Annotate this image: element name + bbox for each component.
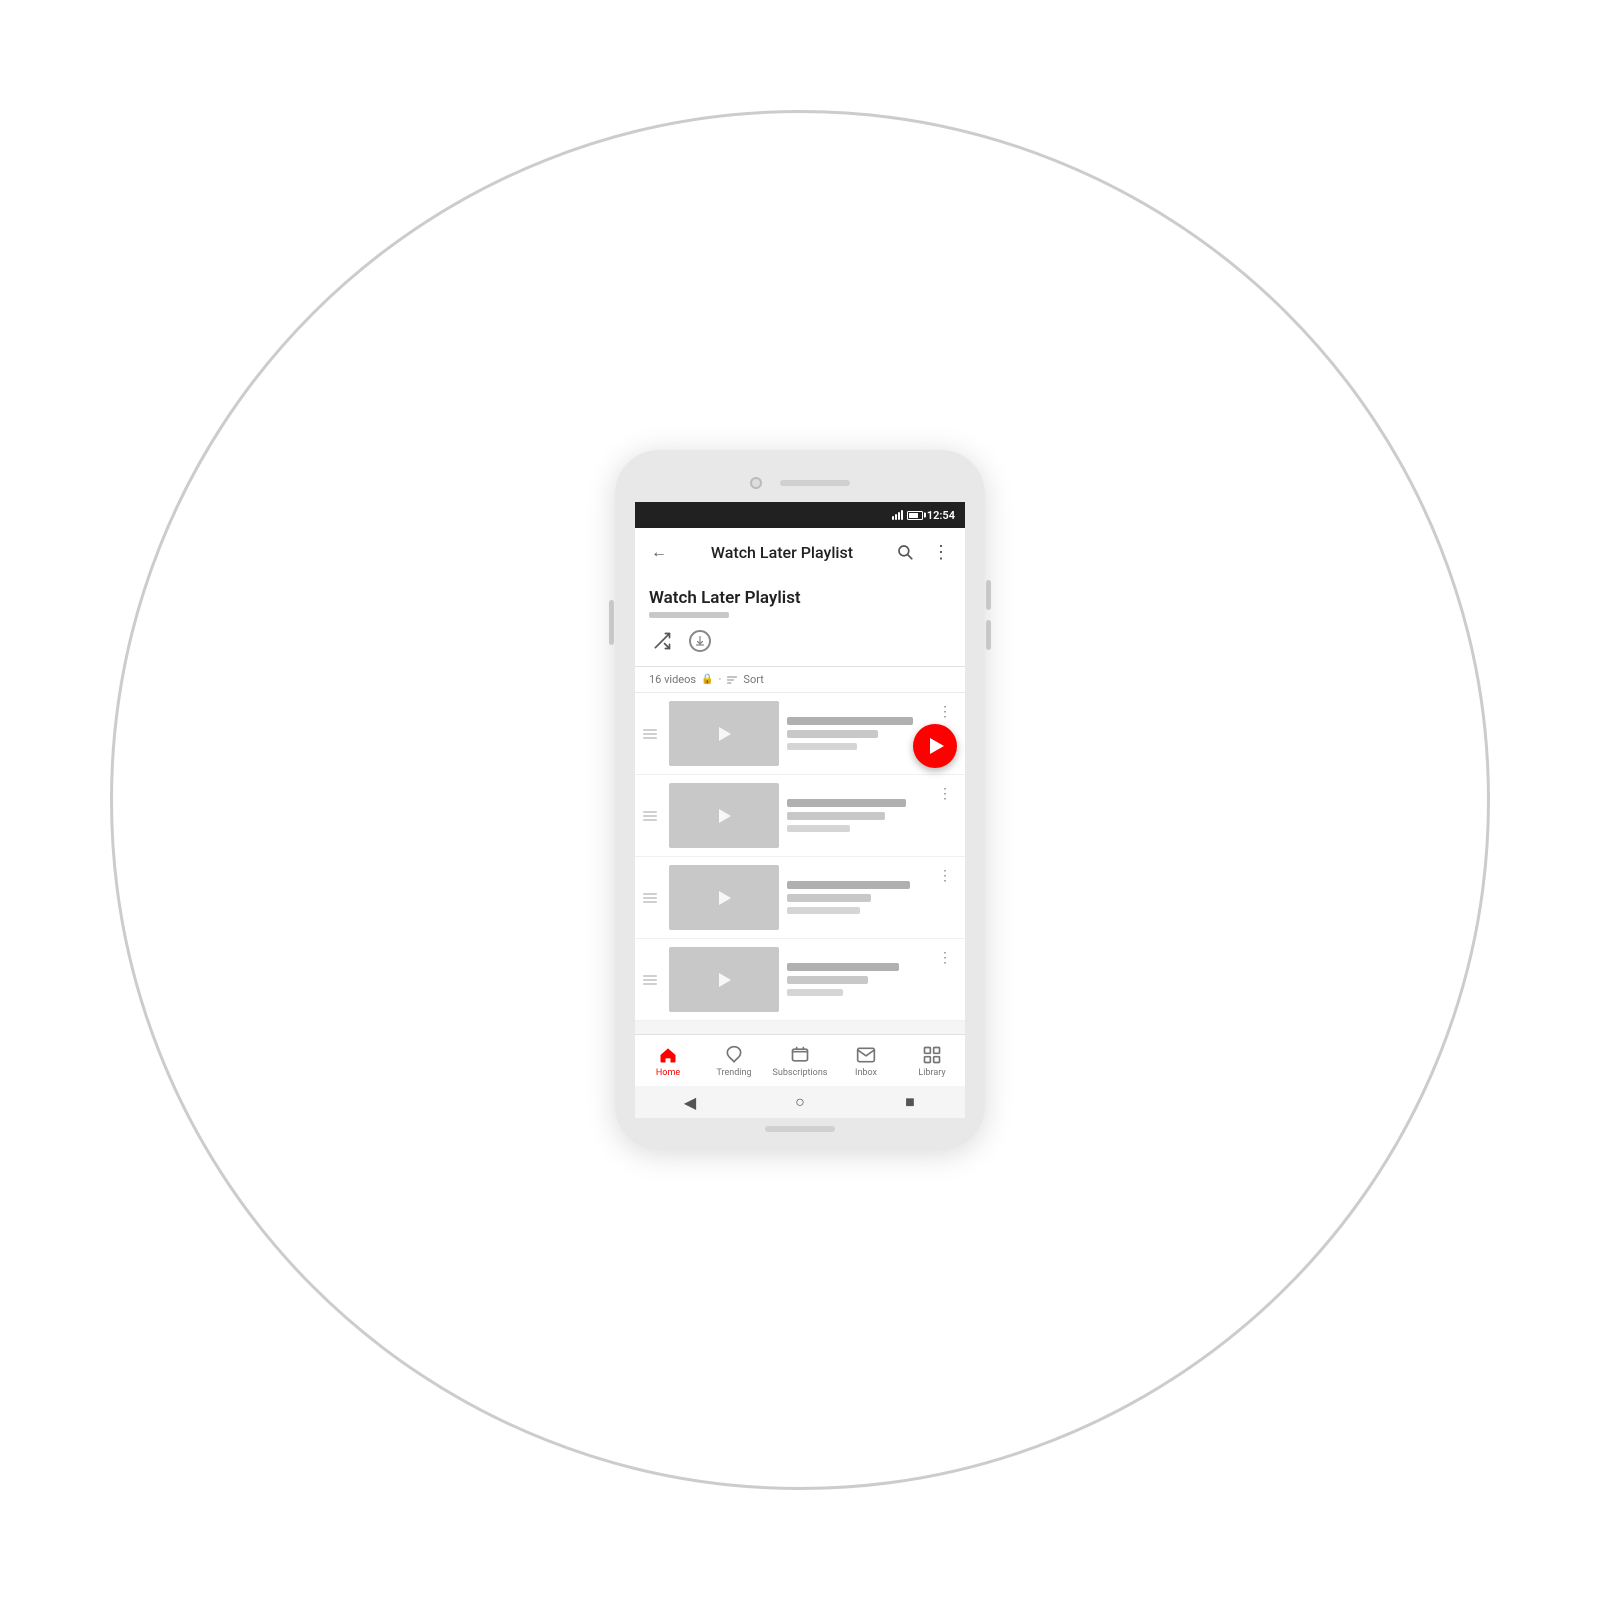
nav-library-label: Library xyxy=(918,1068,945,1078)
back-system-button[interactable]: ◀ xyxy=(681,1093,699,1111)
video-title-line1 xyxy=(787,799,906,807)
video-more-button[interactable]: ⋮ xyxy=(935,783,955,803)
video-more-button[interactable]: ⋮ xyxy=(935,865,955,885)
video-channel xyxy=(787,825,850,832)
video-thumbnail[interactable] xyxy=(669,783,779,848)
video-title-line2 xyxy=(787,812,885,820)
drag-handle xyxy=(639,729,661,739)
battery-icon xyxy=(907,511,923,520)
nav-subscriptions[interactable]: Subscriptions xyxy=(767,1044,833,1078)
sort-icon xyxy=(726,674,738,686)
video-item: ⋮ xyxy=(635,939,965,1021)
video-title-line1 xyxy=(787,717,913,725)
status-bar: 12:54 xyxy=(635,502,965,528)
video-thumbnail[interactable] xyxy=(669,947,779,1012)
video-meta xyxy=(787,963,927,996)
thumb-play-icon xyxy=(719,809,731,823)
phone-top-bar xyxy=(615,468,985,498)
library-icon xyxy=(921,1044,943,1066)
nav-subscriptions-label: Subscriptions xyxy=(773,1068,828,1078)
shuffle-button[interactable] xyxy=(649,628,675,654)
video-channel xyxy=(787,907,860,914)
nav-home[interactable]: Home xyxy=(635,1044,701,1078)
more-options-button[interactable]: ⋮ xyxy=(929,540,953,564)
video-channel xyxy=(787,743,857,750)
thumb-play-icon xyxy=(719,891,731,905)
signal-bar-3 xyxy=(898,512,900,520)
screen: 12:54 ← Watch Later Playlist ⋮ xyxy=(635,502,965,1118)
app-bar-title: Watch Later Playlist xyxy=(683,543,881,562)
bottom-speaker xyxy=(765,1126,835,1132)
video-title-line2 xyxy=(787,976,868,984)
drag-handle xyxy=(639,811,661,821)
system-nav-bar: ◀ ○ ■ xyxy=(635,1086,965,1118)
lock-icon: 🔒 xyxy=(701,674,713,685)
video-meta xyxy=(787,799,927,832)
video-more-button[interactable]: ⋮ xyxy=(935,701,955,721)
thumb-play-icon xyxy=(719,727,731,741)
status-time: 12:54 xyxy=(927,509,955,522)
phone-shell: 12:54 ← Watch Later Playlist ⋮ xyxy=(615,450,985,1150)
play-all-button[interactable] xyxy=(913,724,957,768)
video-title-line1 xyxy=(787,963,899,971)
drag-handle xyxy=(639,975,661,985)
search-button[interactable] xyxy=(893,540,917,564)
video-title-line2 xyxy=(787,894,871,902)
video-count-row: 16 videos 🔒 · Sort xyxy=(635,667,965,693)
video-title-line1 xyxy=(787,881,910,889)
app-bar: ← Watch Later Playlist ⋮ xyxy=(635,528,965,576)
background-circle: 12:54 ← Watch Later Playlist ⋮ xyxy=(110,110,1490,1490)
nav-home-label: Home xyxy=(656,1068,680,1078)
playlist-actions xyxy=(649,628,951,654)
front-camera xyxy=(750,477,762,489)
signal-bar-4 xyxy=(901,510,903,520)
nav-library[interactable]: Library xyxy=(899,1044,965,1078)
nav-inbox[interactable]: Inbox xyxy=(833,1044,899,1078)
video-more-button[interactable]: ⋮ xyxy=(935,947,955,967)
playlist-subtitle-bar xyxy=(649,612,729,618)
top-speaker xyxy=(780,480,850,486)
drag-handle xyxy=(639,893,661,903)
video-title-line2 xyxy=(787,730,878,738)
home-system-button[interactable]: ○ xyxy=(791,1093,809,1111)
power-button xyxy=(609,600,614,645)
battery-fill xyxy=(909,513,918,518)
video-thumbnail[interactable] xyxy=(669,701,779,766)
signal-bar-2 xyxy=(895,514,897,520)
home-icon xyxy=(657,1044,679,1066)
nav-inbox-label: Inbox xyxy=(855,1068,877,1078)
video-meta xyxy=(787,881,927,914)
video-count: 16 videos xyxy=(649,673,696,686)
video-item: ⋮ xyxy=(635,775,965,857)
signal-bar-1 xyxy=(892,516,894,520)
sort-label: Sort xyxy=(743,673,763,686)
video-channel xyxy=(787,989,843,996)
subscriptions-icon xyxy=(789,1044,811,1066)
video-thumbnail[interactable] xyxy=(669,865,779,930)
thumb-play-icon xyxy=(719,973,731,987)
playlist-title: Watch Later Playlist xyxy=(649,588,951,608)
playlist-header: Watch Later Playlist xyxy=(635,576,965,667)
trending-icon xyxy=(723,1044,745,1066)
volume-down-button xyxy=(986,620,991,650)
inbox-icon xyxy=(855,1044,877,1066)
back-button[interactable]: ← xyxy=(647,540,671,564)
video-meta xyxy=(787,717,927,750)
nav-trending[interactable]: Trending xyxy=(701,1044,767,1078)
volume-up-button xyxy=(986,580,991,610)
recents-system-button[interactable]: ■ xyxy=(901,1093,919,1111)
content-area: Watch Later Playlist xyxy=(635,576,965,1034)
download-button[interactable] xyxy=(689,630,711,652)
signal-icon xyxy=(892,510,903,520)
dot-separator: · xyxy=(719,673,722,686)
video-item: ⋮ xyxy=(635,857,965,939)
play-icon xyxy=(930,738,944,754)
bottom-nav: Home Trending xyxy=(635,1034,965,1086)
nav-trending-label: Trending xyxy=(716,1068,751,1078)
